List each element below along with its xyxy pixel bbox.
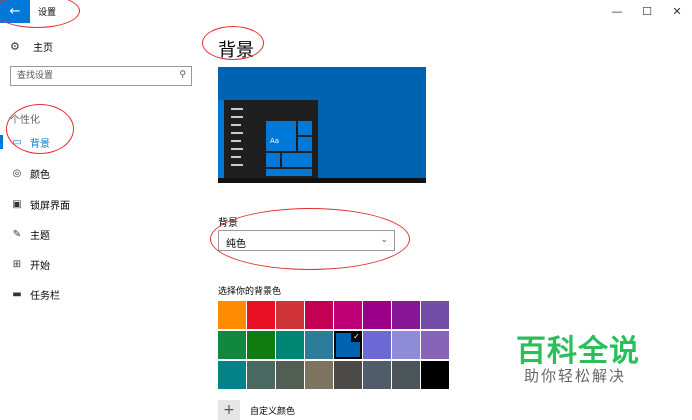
sidebar-home-label: 主页 <box>33 43 53 54</box>
watermark-main-text: 百科全说 <box>516 334 640 369</box>
taskbar-icon: ▬ <box>12 288 22 300</box>
palette-icon: ◎ <box>12 167 22 179</box>
color-swatch[interactable] <box>305 301 333 329</box>
preview-menu-line <box>231 108 243 110</box>
sidebar-item-label: 锁屏界面 <box>30 200 70 212</box>
color-swatch[interactable] <box>421 301 449 329</box>
custom-color-button[interactable]: + 自定义颜色 <box>218 400 295 420</box>
page-title: 背景 <box>218 40 254 61</box>
color-swatch[interactable] <box>276 301 304 329</box>
color-swatch[interactable] <box>363 331 391 359</box>
sidebar-item-lock-screen[interactable]: ▣ 锁屏界面 <box>0 193 200 215</box>
preview-tile <box>265 168 313 177</box>
search-box[interactable]: ⚲ <box>10 66 192 86</box>
color-swatch[interactable] <box>247 301 275 329</box>
preview-menu-line <box>231 124 241 126</box>
preview-tile <box>297 120 313 136</box>
sidebar-item-home[interactable]: ⚙ 主页 <box>10 39 53 54</box>
plus-icon: + <box>218 400 240 420</box>
lock-screen-icon: ▣ <box>12 198 22 210</box>
sidebar: ⚙ 主页 ⚲ 个性化 ▭ 背景 ◎ 颜色 ▣ 锁屏界面 ✎ 主题 ⊞ 开始 ▬ … <box>0 23 200 420</box>
preview-tile <box>281 152 313 168</box>
window-title: 设置 <box>38 8 57 18</box>
preview-menu-line <box>231 132 243 134</box>
color-swatch[interactable] <box>363 301 391 329</box>
color-picker-label: 选择你的背景色 <box>218 287 282 297</box>
section-label: 个性化 <box>10 115 40 126</box>
color-swatch[interactable] <box>247 331 275 359</box>
preview-menu-line <box>231 140 241 142</box>
color-swatch[interactable] <box>218 331 246 359</box>
color-swatch[interactable] <box>276 361 304 389</box>
preview-tile <box>297 136 313 152</box>
desktop-preview: Aa <box>218 67 426 183</box>
preview-tile-label: Aa <box>270 137 280 145</box>
search-input[interactable] <box>11 67 161 85</box>
preview-menu-line <box>231 116 243 118</box>
color-swatch[interactable] <box>392 301 420 329</box>
color-swatch[interactable] <box>334 361 362 389</box>
color-swatch[interactable] <box>218 301 246 329</box>
sidebar-item-label: 颜色 <box>30 169 50 181</box>
color-swatch[interactable]: ✓ <box>334 331 362 359</box>
minimize-button[interactable]: — <box>602 0 632 23</box>
preview-menu-line <box>231 164 243 166</box>
color-swatch[interactable] <box>276 331 304 359</box>
watermark: 百科全说 助你轻松解决 <box>500 318 670 398</box>
color-swatch[interactable] <box>421 331 449 359</box>
color-swatch[interactable] <box>392 361 420 389</box>
color-swatch[interactable] <box>305 361 333 389</box>
color-swatch[interactable] <box>247 361 275 389</box>
sidebar-item-background[interactable]: ▭ 背景 <box>0 131 200 153</box>
preview-tile-large: Aa <box>265 120 297 152</box>
preview-tile <box>265 152 281 168</box>
start-menu-icon: ⊞ <box>12 258 22 270</box>
gear-icon: ⚙ <box>10 40 20 53</box>
title-bar: ← 设置 — ☐ ✕ <box>0 0 692 23</box>
checkmark-icon: ✓ <box>351 331 362 342</box>
preview-start-strip <box>218 100 224 178</box>
preview-menu-line <box>231 148 243 150</box>
color-swatch[interactable] <box>305 331 333 359</box>
chevron-down-icon: ⌄ <box>380 235 388 245</box>
color-swatch[interactable] <box>334 301 362 329</box>
theme-brush-icon: ✎ <box>12 228 22 240</box>
color-swatch[interactable] <box>363 361 391 389</box>
close-button[interactable]: ✕ <box>662 0 692 23</box>
sidebar-item-taskbar[interactable]: ▬ 任务栏 <box>0 283 200 305</box>
back-button[interactable]: ← <box>0 0 30 23</box>
sidebar-item-label: 背景 <box>30 138 50 150</box>
custom-color-label: 自定义颜色 <box>250 406 296 417</box>
active-indicator <box>0 135 3 149</box>
sidebar-item-label: 开始 <box>30 260 50 272</box>
color-swatch-grid: ✓ <box>218 301 450 389</box>
background-type-dropdown[interactable]: 纯色 ⌄ <box>218 230 395 251</box>
sidebar-item-colors[interactable]: ◎ 颜色 <box>0 162 200 184</box>
sidebar-item-themes[interactable]: ✎ 主题 <box>0 223 200 245</box>
background-type-label: 背景 <box>218 218 238 229</box>
sidebar-item-label: 任务栏 <box>30 290 60 302</box>
preview-menu-line <box>231 156 241 158</box>
back-arrow-icon: ← <box>9 4 21 19</box>
maximize-button[interactable]: ☐ <box>632 0 662 23</box>
watermark-sub-text: 助你轻松解决 <box>524 367 627 385</box>
sidebar-item-label: 主题 <box>30 230 50 242</box>
preview-taskbar <box>218 178 426 183</box>
color-swatch[interactable] <box>392 331 420 359</box>
sidebar-item-start[interactable]: ⊞ 开始 <box>0 253 200 275</box>
preview-start-menu: Aa <box>218 100 318 178</box>
dropdown-value: 纯色 <box>226 239 246 250</box>
picture-icon: ▭ <box>12 136 22 148</box>
search-icon[interactable]: ⚲ <box>179 70 186 80</box>
color-swatch[interactable] <box>218 361 246 389</box>
color-swatch[interactable] <box>421 361 449 389</box>
